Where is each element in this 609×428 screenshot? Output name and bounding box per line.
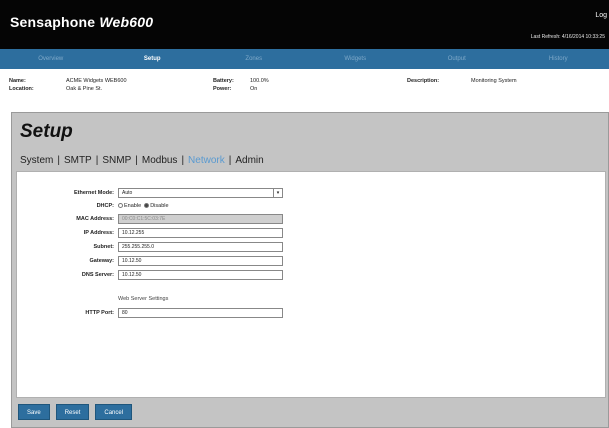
http-port-label: HTTP Port:	[85, 310, 114, 316]
dhcp-enable-radio[interactable]	[118, 203, 123, 209]
web-server-section-label: Web Server Settings	[118, 296, 169, 302]
gateway-field[interactable]: 10.12.50	[118, 256, 283, 266]
dns-server-field[interactable]: 10.12.50	[118, 270, 283, 280]
reset-button[interactable]: Reset	[55, 404, 90, 420]
subnav-modbus[interactable]: Modbus	[142, 155, 178, 166]
ip-row: IP Address: 10.12.255	[17, 228, 317, 240]
ip-address-field[interactable]: 10.12.255	[118, 228, 283, 238]
http-port-row: HTTP Port: 80	[17, 308, 317, 320]
tab-history[interactable]: History	[508, 49, 609, 69]
dhcp-disable-label: Disable	[150, 203, 169, 209]
ip-label: IP Address:	[83, 230, 114, 236]
dhcp-radio-group: Enable Disable	[118, 203, 169, 209]
subnav-snmp[interactable]: SNMP	[102, 155, 131, 166]
subnet-label: Subnet:	[93, 244, 114, 250]
subnav-admin[interactable]: Admin	[235, 155, 263, 166]
ethernet-mode-select[interactable]: Auto ▾	[118, 188, 283, 198]
location-label: Location:	[9, 86, 34, 92]
brand-logo: Sensaphone Web600	[10, 14, 153, 30]
description-label: Description:	[407, 78, 440, 84]
page-title: Setup	[20, 121, 73, 142]
dhcp-enable-label: Enable	[124, 203, 142, 209]
gateway-label: Gateway:	[89, 258, 114, 264]
cancel-button[interactable]: Cancel	[95, 404, 133, 420]
subnet-field[interactable]: 255.255.255.0	[118, 242, 283, 252]
subnav-network[interactable]: Network	[188, 155, 225, 166]
power-value: On	[250, 86, 258, 92]
power-label: Power:	[213, 86, 232, 92]
location-value: Oak & Pine St.	[66, 86, 103, 92]
mac-address-field: 00:C0:C1:5C:03:7E	[118, 214, 283, 224]
mac-row: MAC Address: 00:C0:C1:5C:03:7E	[17, 214, 317, 226]
battery-label: Battery:	[213, 78, 234, 84]
subnav-system[interactable]: System	[20, 155, 53, 166]
subnet-row: Subnet: 255.255.255.0	[17, 242, 317, 254]
brand-name: Sensaphone	[10, 14, 96, 30]
last-refresh-status: Last Refresh: 4/16/2014 10:33:25	[530, 34, 605, 40]
gateway-row: Gateway: 10.12.50	[17, 256, 317, 268]
main-nav: Overview Setup Zones Widgets Output Hist…	[0, 49, 609, 69]
dhcp-disable-radio[interactable]	[144, 203, 150, 209]
tab-zones[interactable]: Zones	[203, 49, 305, 69]
mac-label: MAC Address:	[76, 216, 114, 222]
tab-overview[interactable]: Overview	[0, 49, 102, 69]
battery-value: 100.0%	[250, 78, 269, 84]
chevron-down-icon[interactable]: ▾	[273, 189, 282, 197]
subnav-smtp[interactable]: SMTP	[64, 155, 92, 166]
name-value: ACME Widgets WEB600	[66, 78, 127, 84]
description-value: Monitoring System	[471, 78, 517, 84]
form-buttons: Save Reset Cancel	[18, 404, 133, 420]
brand-model: Web600	[99, 14, 154, 30]
logout-link[interactable]: Log	[595, 12, 607, 19]
dns-row: DNS Server: 10.12.50	[17, 270, 317, 282]
tab-widgets[interactable]: Widgets	[305, 49, 407, 69]
dns-label: DNS Server:	[81, 272, 114, 278]
ethernet-mode-row: Ethernet Mode: Auto ▾	[17, 188, 317, 200]
tab-setup[interactable]: Setup	[102, 49, 204, 69]
device-info-strip: Name: ACME Widgets WEB600 Location: Oak …	[0, 69, 609, 108]
network-settings-form: Ethernet Mode: Auto ▾ DHCP: Enable Disab…	[16, 171, 606, 398]
name-label: Name:	[9, 78, 26, 84]
ethernet-mode-value: Auto	[122, 190, 133, 196]
save-button[interactable]: Save	[18, 404, 50, 420]
ethernet-mode-label: Ethernet Mode:	[73, 190, 114, 196]
setup-panel: Setup System | SMTP | SNMP | Modbus | Network | Ad…	[11, 112, 609, 428]
dhcp-row: DHCP: Enable Disable	[17, 201, 317, 213]
setup-subnav: System | SMTP | SNMP | Modbus | Network | Admin	[20, 155, 264, 166]
tab-output[interactable]: Output	[406, 49, 508, 69]
http-port-field[interactable]: 80	[118, 308, 283, 318]
dhcp-label: DHCP:	[96, 203, 114, 209]
top-header-bar: Sensaphone Web600 Log Last Refresh: 4/16…	[0, 0, 609, 49]
